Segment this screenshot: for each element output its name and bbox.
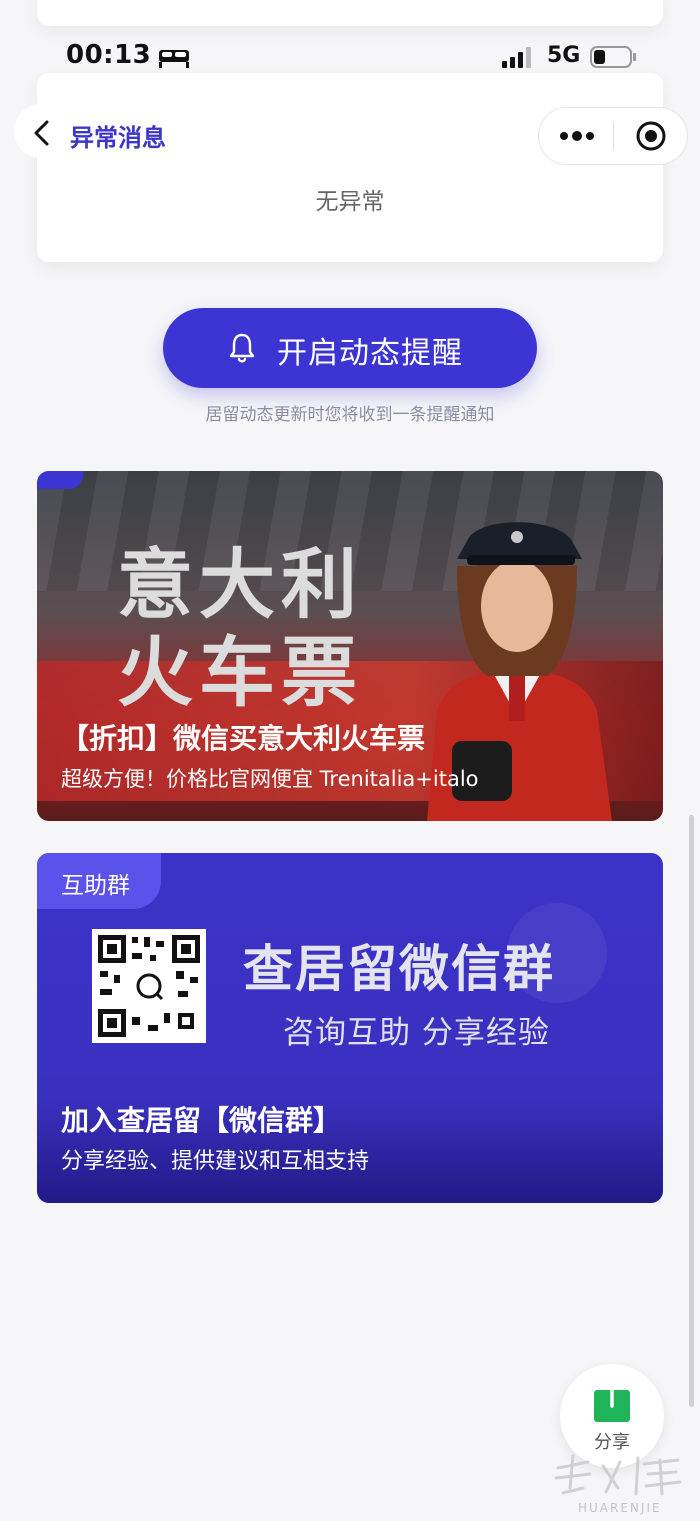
wechat-group-banner[interactable]: 互助群 查居留微信群 咨询互助 分享经验 加入查居留【微信群】 分享经验、提供建… bbox=[37, 853, 663, 1203]
no-abnormal-text: 无异常 bbox=[315, 189, 385, 215]
chevron-left-icon[interactable] bbox=[30, 118, 56, 148]
battery-icon bbox=[590, 46, 636, 68]
bed-icon bbox=[159, 50, 189, 68]
target-close-icon[interactable] bbox=[635, 120, 667, 152]
mini-program-capsule bbox=[538, 107, 688, 165]
status-time: 00:13 bbox=[66, 40, 152, 70]
signal-icon bbox=[502, 47, 531, 68]
bell-icon bbox=[229, 333, 255, 363]
network-type: 5G bbox=[547, 43, 581, 68]
group-tag-label: 互助群 bbox=[61, 873, 130, 899]
svg-text:HUARENJIE: HUARENJIE bbox=[578, 1501, 662, 1515]
group-banner-subtitle: 分享经验、提供建议和互相支持 bbox=[61, 1149, 370, 1174]
group-tag: 互助群 bbox=[37, 853, 161, 909]
previous-card bbox=[37, 0, 663, 26]
train-ticket-banner[interactable]: 意大利 火车票 【折扣】微信买意大利火车票 超级方便！价格比官网便宜 Treni… bbox=[37, 471, 663, 821]
enable-reminder-button[interactable]: 开启动态提醒 bbox=[163, 308, 537, 388]
train-banner-title: 【折扣】微信买意大利火车票 bbox=[61, 722, 426, 755]
share-icon bbox=[594, 1377, 630, 1422]
train-banner-subtitle: 超级方便！价格比官网便宜 Trenitalia+italo bbox=[61, 767, 479, 791]
reminder-hint: 居留动态更新时您将收到一条提醒通知 bbox=[205, 405, 495, 425]
group-banner-title: 加入查居留【微信群】 bbox=[61, 1104, 342, 1137]
watermark-logo: HUARENJIE bbox=[554, 1454, 682, 1515]
group-headline: 查居留微信群 bbox=[243, 940, 555, 998]
capsule-divider bbox=[613, 122, 614, 150]
page-title: 异常消息 bbox=[70, 124, 166, 152]
abnormal-message-card bbox=[37, 73, 663, 262]
group-tagline: 咨询互助 分享经验 bbox=[283, 1015, 550, 1051]
enable-reminder-label: 开启动态提醒 bbox=[277, 336, 463, 371]
banner-headline-2: 火车票 bbox=[117, 628, 363, 717]
scrollbar[interactable] bbox=[689, 815, 694, 1407]
banner-corner bbox=[37, 471, 83, 489]
qr-code-icon bbox=[92, 929, 206, 1043]
more-dots-icon[interactable] bbox=[557, 124, 597, 148]
